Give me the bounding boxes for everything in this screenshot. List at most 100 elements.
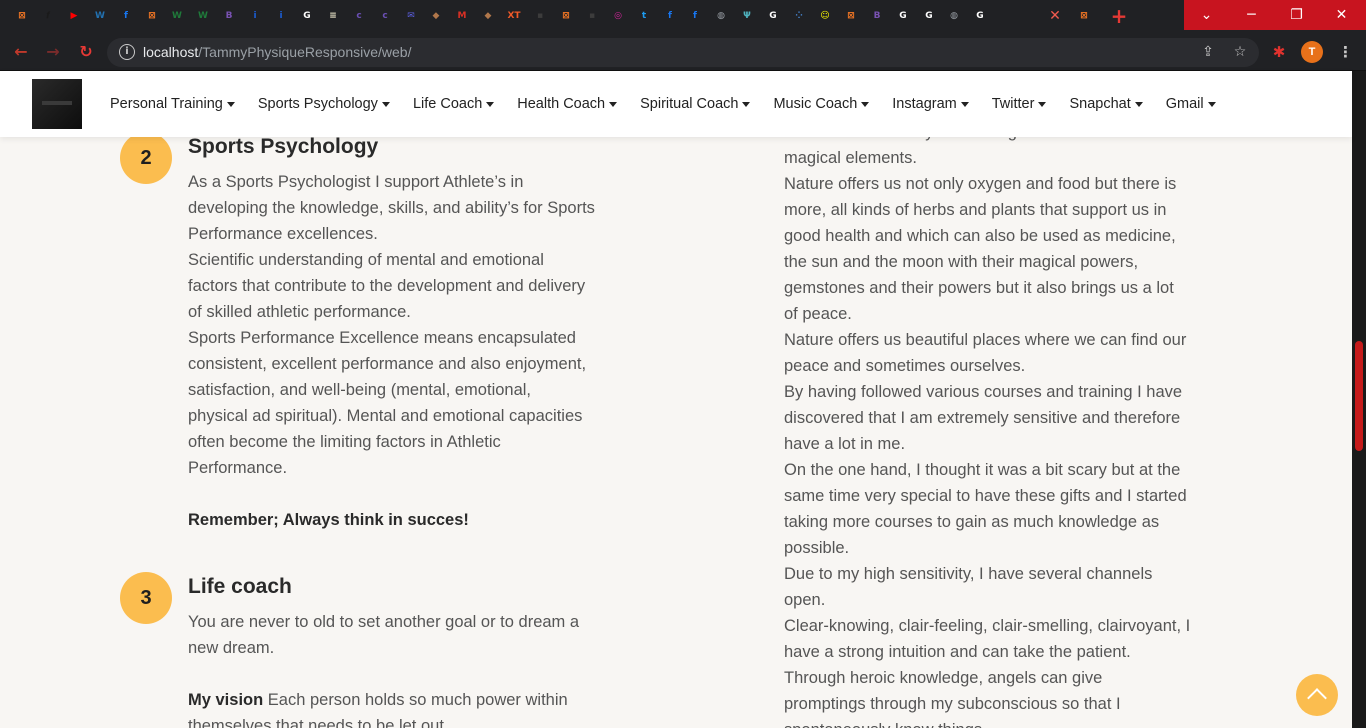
window-controls: ⌄ ─ ❐ ✕ — [1184, 0, 1366, 30]
close-window-button[interactable]: ✕ — [1319, 0, 1364, 30]
new-tab-button[interactable]: + — [1108, 5, 1130, 27]
back-to-top-button[interactable] — [1296, 674, 1338, 716]
globe-icon[interactable]: ◍ — [946, 8, 962, 24]
text-line: have a lot in me. — [784, 435, 906, 453]
colorlib-icon[interactable]: c — [377, 8, 393, 24]
bookmark-star-icon[interactable]: ☆ — [1231, 43, 1249, 61]
caret-down-icon — [1207, 101, 1216, 107]
facebook-icon[interactable]: f — [662, 8, 678, 24]
mail-icon[interactable]: ✉ — [403, 8, 419, 24]
text-line: of skilled athletic performance. — [188, 303, 411, 321]
site-header: Personal Training Sports Psychology Life C… — [0, 71, 1352, 137]
reload-icon[interactable]: ↻ — [75, 41, 97, 63]
text-line: Sports Performance Excellence means enca… — [188, 329, 576, 347]
extensions-puzzle-icon[interactable]: ✱ — [1270, 43, 1288, 61]
nav-item-gmail[interactable]: Gmail — [1166, 94, 1216, 114]
step-number-badge: 2 — [120, 137, 172, 184]
google-icon[interactable]: G — [972, 8, 988, 24]
xt-icon[interactable]: XT — [506, 8, 522, 24]
caret-down-icon — [226, 101, 235, 107]
instagram-icon[interactable]: ◎ — [610, 8, 626, 24]
nav-item-music-coach[interactable]: Music Coach — [773, 94, 870, 114]
nav-item-snapchat[interactable]: Snapchat — [1069, 94, 1143, 114]
info-icon[interactable]: i — [247, 8, 263, 24]
share-icon[interactable]: ⇪ — [1199, 43, 1217, 61]
nav-item-label: Gmail — [1165, 96, 1204, 112]
dark-icon[interactable]: ▪ — [584, 8, 600, 24]
google-icon[interactable]: G — [921, 8, 937, 24]
forward-icon[interactable]: → — [42, 41, 64, 63]
twitter-icon[interactable]: t — [636, 8, 652, 24]
text-line: Nature offers us not only oxygen and foo… — [784, 175, 1177, 193]
xampp-icon[interactable]: ⊠ — [558, 8, 574, 24]
info-icon[interactable]: i — [273, 8, 289, 24]
text-line: possible. — [784, 539, 850, 557]
close-tab-icon[interactable]: ✕ — [1047, 6, 1063, 26]
google-icon[interactable]: G — [895, 8, 911, 24]
profile-avatar[interactable]: T — [1301, 41, 1323, 63]
xampp-icon[interactable]: ⊠ — [843, 8, 859, 24]
snapchat-icon[interactable]: ☺ — [817, 8, 833, 24]
page-scrollbar[interactable] — [1352, 71, 1366, 728]
leaf-icon[interactable]: 𝒇 — [40, 8, 56, 24]
card-icon[interactable]: ≡ — [325, 8, 341, 24]
text-line: open. — [784, 591, 826, 609]
bootstrap-icon[interactable]: B — [221, 8, 237, 24]
text-line: taking more courses to gain as much know… — [784, 513, 1160, 531]
facebook-icon[interactable]: f — [118, 8, 134, 24]
text-line: consistent, excellent performance and al… — [188, 355, 587, 373]
nav-item-personal-training[interactable]: Personal Training — [110, 94, 235, 114]
facebook-icon[interactable]: f — [687, 8, 703, 24]
youtube-icon[interactable]: ▶ — [66, 8, 82, 24]
site-info-icon[interactable]: i — [119, 44, 135, 60]
w-green-icon[interactable]: W — [169, 8, 185, 24]
gmail-icon[interactable]: M — [454, 8, 470, 24]
step-number-badge: 3 — [120, 572, 172, 624]
w-green-icon[interactable]: W — [195, 8, 211, 24]
nav-item-twitter[interactable]: Twitter — [992, 94, 1047, 114]
back-icon[interactable]: ← — [10, 41, 32, 63]
xampp-icon[interactable]: ⊠ — [144, 8, 160, 24]
url-text[interactable]: localhost/TammyPhysiqueResponsive/web/ — [143, 44, 411, 61]
xampp-icon[interactable]: ⊠ — [1076, 8, 1092, 24]
caret-down-icon — [381, 101, 390, 107]
google-icon[interactable]: G — [765, 8, 781, 24]
nav-item-label: Instagram — [892, 96, 957, 112]
restore-button[interactable]: ❐ — [1274, 0, 1319, 30]
dots-icon[interactable]: ⁘ — [791, 8, 807, 24]
psi-icon[interactable]: Ψ — [739, 8, 755, 24]
nav-item-label: Spiritual Coach — [640, 96, 739, 112]
browser-menu-icon[interactable]: ⋮ — [1338, 41, 1353, 63]
main-nav: Personal Training Sports Psychology Life C… — [110, 71, 1239, 137]
site-logo[interactable] — [32, 79, 82, 129]
caret-down-icon — [1134, 101, 1143, 107]
nav-item-spiritual-coach[interactable]: Spiritual Coach — [640, 94, 751, 114]
cake-icon[interactable]: ◆ — [428, 8, 444, 24]
text-line: As a Sports Psychologist I support Athle… — [188, 173, 524, 191]
scrollbar-thumb[interactable] — [1355, 341, 1363, 451]
nav-item-label: Twitter — [991, 96, 1035, 112]
text-line: same time very special to have these gif… — [784, 487, 1187, 505]
google-icon[interactable]: G — [299, 8, 315, 24]
nav-item-label: Music Coach — [773, 96, 858, 112]
nav-item-life-coach[interactable]: Life Coach — [413, 94, 495, 114]
text-line: By having followed various courses and t… — [784, 383, 1183, 401]
minimize-button[interactable]: ─ — [1229, 0, 1274, 30]
text-line: developing the knowledge, skills, and ab… — [188, 199, 595, 217]
colorlib-icon[interactable]: c — [351, 8, 367, 24]
bootstrap-icon[interactable]: B — [869, 8, 885, 24]
remember-text: Remember; Always think in succes! — [188, 511, 469, 529]
wordpress-icon[interactable]: W — [92, 8, 108, 24]
tab-search-icon[interactable]: ⌄ — [1184, 0, 1229, 30]
vision-body: Each person holds so much power within — [263, 691, 568, 709]
nav-item-health-coach[interactable]: Health Coach — [517, 94, 618, 114]
text-line: good health and which can also be used a… — [784, 227, 1176, 245]
nav-item-sports-psychology[interactable]: Sports Psychology — [258, 94, 390, 114]
dark-icon[interactable]: ▪ — [532, 8, 548, 24]
cake-icon[interactable]: ◆ — [480, 8, 496, 24]
browser-toolbar: ← → ↻ i localhost/TammyPhysiqueResponsiv… — [0, 34, 1366, 71]
globe-icon[interactable]: ◍ — [713, 8, 729, 24]
address-bar[interactable]: i localhost/TammyPhysiqueResponsive/web/… — [107, 38, 1259, 67]
nav-item-instagram[interactable]: Instagram — [892, 94, 969, 114]
xampp-icon[interactable]: ⊠ — [14, 8, 30, 24]
